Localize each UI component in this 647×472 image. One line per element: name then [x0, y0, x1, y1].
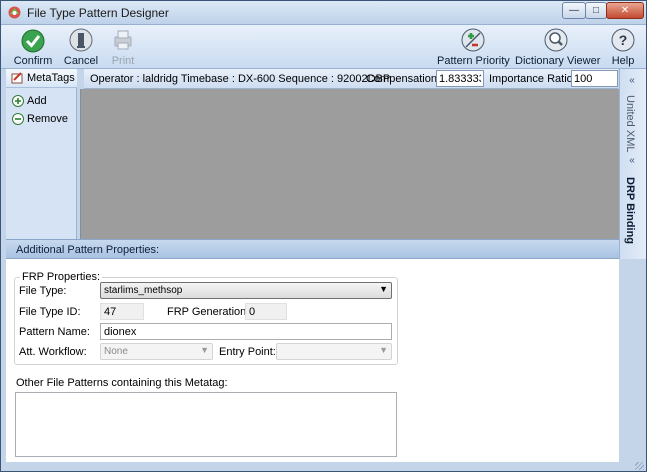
att-workflow-value: None	[104, 346, 128, 357]
dropdown-arrow-icon: ▼	[200, 345, 209, 355]
dictionary-viewer-label: Dictionary Viewer	[515, 55, 601, 67]
cancel-button[interactable]: Cancel	[61, 27, 101, 67]
right-tab-strip: « United XML « DRP Binding	[619, 69, 646, 259]
file-type-id-label: File Type ID:	[19, 306, 81, 318]
compensation-label: Compensation:	[366, 73, 440, 85]
entry-point-label: Entry Point:	[219, 346, 276, 358]
file-type-select[interactable]: starlims_methsop ▼	[100, 282, 392, 299]
maximize-button[interactable]: □	[585, 2, 607, 19]
cancel-icon	[69, 28, 93, 52]
dropdown-arrow-icon: ▼	[379, 284, 388, 294]
minimize-button[interactable]: —	[562, 2, 586, 19]
importance-ratio-input[interactable]	[571, 70, 618, 87]
remove-label: Remove	[27, 113, 68, 125]
close-button[interactable]: ✕	[606, 2, 644, 19]
pattern-priority-label: Pattern Priority	[437, 55, 510, 67]
window-title: File Type Pattern Designer	[27, 6, 169, 20]
metatags-tab-label: MetaTags	[27, 72, 75, 84]
app-window: File Type Pattern Designer — □ ✕ Confirm…	[0, 0, 647, 472]
other-patterns-list[interactable]	[15, 392, 397, 457]
resize-grip-icon[interactable]	[635, 462, 644, 470]
collapse-icon[interactable]: «	[625, 155, 639, 167]
frp-generation-label: FRP Generation:	[167, 306, 250, 318]
app-icon	[8, 6, 21, 19]
magnifier-icon	[544, 28, 568, 52]
collapse-icon[interactable]: «	[625, 75, 639, 87]
compensation-input[interactable]	[436, 70, 484, 87]
help-icon: ?	[611, 28, 635, 52]
confirm-button[interactable]: Confirm	[7, 27, 59, 67]
additional-properties-panel: FRP Properties: File Type: starlims_meth…	[6, 259, 619, 462]
pattern-canvas[interactable]	[80, 89, 619, 239]
dropdown-arrow-icon: ▼	[379, 345, 388, 355]
svg-text:?: ?	[619, 32, 628, 48]
status-bar	[6, 462, 646, 471]
pattern-name-input[interactable]	[100, 323, 392, 340]
confirm-icon	[21, 29, 45, 53]
print-icon	[114, 30, 132, 50]
tab-united-xml[interactable]: United XML	[624, 95, 636, 152]
metatags-tab[interactable]: MetaTags	[6, 69, 77, 88]
frp-generation-field[interactable]	[245, 303, 287, 320]
add-label: Add	[27, 95, 47, 107]
pattern-priority-icon	[461, 28, 485, 52]
print-button[interactable]: Print	[105, 27, 141, 67]
add-icon	[12, 95, 24, 107]
info-bar: Operator : laldridg Timebase : DX-600 Se…	[84, 69, 618, 89]
title-bar: File Type Pattern Designer — □ ✕	[1, 1, 646, 25]
file-type-label: File Type:	[19, 285, 67, 297]
help-label: Help	[611, 55, 635, 67]
print-label: Print	[111, 55, 135, 67]
pattern-name-label: Pattern Name:	[19, 326, 90, 338]
section-title: Additional Pattern Properties:	[16, 244, 160, 256]
metatags-panel: MetaTags Add Remove	[6, 69, 77, 239]
toolbar: Confirm Cancel Print Pattern Priority Di…	[1, 25, 646, 69]
att-workflow-select[interactable]: None ▼	[100, 343, 213, 360]
importance-ratio-label: Importance Ratio:	[489, 73, 576, 85]
remove-icon	[12, 113, 24, 125]
other-patterns-label: Other File Patterns containing this Meta…	[16, 377, 228, 389]
pattern-priority-button[interactable]: Pattern Priority	[437, 27, 510, 67]
entry-point-select[interactable]: ▼	[276, 343, 392, 360]
dictionary-viewer-button[interactable]: Dictionary Viewer	[515, 27, 601, 67]
att-workflow-label: Att. Workflow:	[19, 346, 87, 358]
metatags-icon	[11, 72, 23, 84]
file-type-id-field[interactable]	[100, 303, 144, 320]
frp-properties-title: FRP Properties:	[20, 271, 103, 283]
tab-drp-binding[interactable]: DRP Binding	[624, 177, 636, 244]
confirm-label: Confirm	[13, 55, 53, 67]
operator-info: Operator : laldridg Timebase : DX-600 Se…	[90, 73, 391, 85]
cancel-label: Cancel	[63, 55, 99, 67]
help-button[interactable]: ? Help	[605, 27, 641, 67]
additional-properties-header[interactable]: Additional Pattern Properties:	[6, 239, 619, 259]
file-type-value: starlims_methsop	[104, 285, 183, 296]
